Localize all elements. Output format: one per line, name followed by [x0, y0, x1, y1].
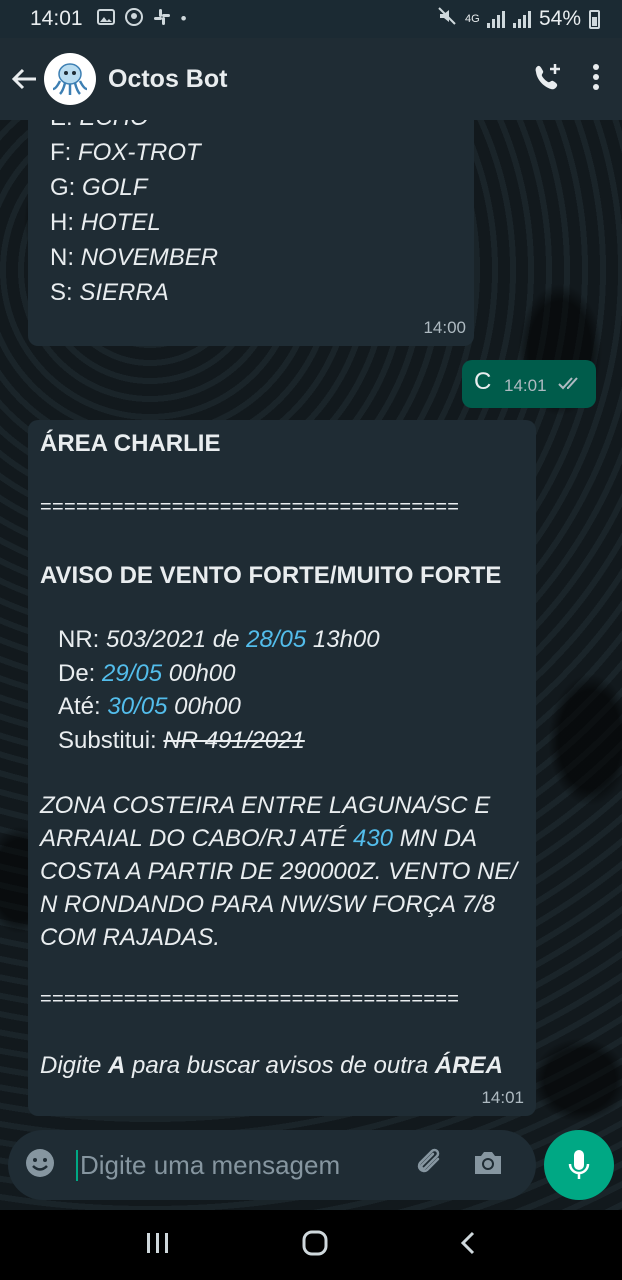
- message-text: C: [474, 368, 492, 395]
- phonetic-line: E: ECHO: [50, 120, 474, 135]
- recent-apps-button[interactable]: [145, 1231, 171, 1260]
- back-nav-button[interactable]: [459, 1230, 477, 1261]
- battery-percent: 54%: [538, 7, 581, 30]
- number-link[interactable]: 430: [353, 825, 393, 852]
- octopus-icon: [52, 63, 88, 95]
- phonetic-line: H: HOTEL: [50, 209, 161, 236]
- area-title: ÁREA CHARLIE: [40, 430, 221, 457]
- attach-button[interactable]: [414, 1146, 448, 1185]
- double-check-icon: [558, 375, 582, 396]
- date-link[interactable]: 29/05: [102, 660, 162, 687]
- phonetic-line: S: SIERRA: [50, 279, 169, 306]
- emoji-icon: [26, 1148, 54, 1177]
- battery-icon: [589, 9, 600, 29]
- signal-icon: [486, 10, 505, 28]
- body-line: ZONA COSTEIRA ENTRE LAGUNA/SC E: [40, 792, 491, 819]
- nr-line: NR: 503/2021 de 28/05 13h00: [58, 626, 380, 653]
- status-time: 14:01: [30, 7, 83, 30]
- gallery-icon: [96, 8, 115, 30]
- avatar[interactable]: [44, 53, 96, 105]
- network-type: 4G: [464, 12, 480, 25]
- menu-button[interactable]: [592, 63, 600, 96]
- status-bar: 14:01 • 4G 54%: [0, 0, 622, 38]
- chat-header: Octos Bot: [0, 38, 622, 120]
- camera-icon: [475, 1151, 501, 1174]
- phonetic-line: G: GOLF: [50, 174, 148, 201]
- system-nav-bar: [0, 1210, 622, 1280]
- recent-apps-icon: [147, 1232, 168, 1253]
- date-link[interactable]: 28/05: [246, 626, 306, 653]
- message-timestamp: 14:01: [481, 1088, 524, 1107]
- back-button[interactable]: [2, 57, 46, 101]
- mute-icon: [437, 6, 457, 32]
- body-line: N RONDANDO PARA NW/SW FORÇA 7/8: [40, 891, 496, 918]
- substitui-line: Substitui: NR 491/2021: [58, 727, 305, 754]
- footer-instruction: Digite A para buscar avisos de outra ÁRE…: [40, 1052, 503, 1079]
- dot-icon: •: [180, 9, 187, 28]
- date-link[interactable]: 30/05: [107, 693, 167, 720]
- phonetic-line: F: FOX-TROT: [50, 139, 201, 166]
- paperclip-icon: [417, 1148, 440, 1172]
- message-timestamp: 14:00: [423, 318, 466, 337]
- divider-text: ===================================: [40, 988, 460, 1010]
- home-icon: [302, 1230, 328, 1255]
- add-call-button[interactable]: [532, 62, 562, 97]
- home-button[interactable]: [301, 1229, 329, 1262]
- microphone-icon: [568, 1150, 590, 1179]
- slack-icon: [153, 8, 171, 31]
- body-line: COM RAJADAS.: [40, 924, 221, 951]
- phonetic-line: N: NOVEMBER: [50, 244, 219, 271]
- message-input[interactable]: [76, 1149, 406, 1181]
- message-bubble-incoming[interactable]: E: ECHO F: FOX-TROT G: GOLF H: HOTEL N: …: [28, 120, 474, 346]
- ate-line: Até: 30/05 00h00: [58, 693, 241, 720]
- arrow-left-icon: [11, 68, 36, 90]
- signal-2-icon: [512, 10, 531, 28]
- github-icon: [124, 7, 143, 31]
- de-line: De: 29/05 00h00: [58, 660, 236, 687]
- warning-heading: AVISO DE VENTO FORTE/MUITO FORTE: [40, 562, 502, 589]
- emoji-button[interactable]: [24, 1147, 56, 1184]
- body-line: ARRAIAL DO CABO/RJ ATÉ 430 MN DA: [40, 825, 478, 852]
- divider-text: ===================================: [40, 496, 460, 518]
- more-vert-icon: [593, 63, 599, 90]
- message-bubble-outgoing[interactable]: C 14:01: [462, 360, 596, 408]
- voice-record-button[interactable]: [544, 1130, 614, 1200]
- phone-plus-icon: [535, 63, 560, 89]
- body-line: COSTA A PARTIR DE 290000Z. VENTO NE/: [40, 858, 518, 885]
- contact-name[interactable]: Octos Bot: [108, 65, 227, 94]
- chat-area[interactable]: E: ECHO F: FOX-TROT G: GOLF H: HOTEL N: …: [0, 120, 622, 1210]
- camera-button[interactable]: [472, 1149, 504, 1182]
- message-composer: [8, 1130, 536, 1200]
- message-timestamp: 14:01: [504, 376, 547, 395]
- chevron-left-icon: [460, 1231, 475, 1254]
- message-bubble-incoming[interactable]: ÁREA CHARLIE ===========================…: [28, 420, 536, 1116]
